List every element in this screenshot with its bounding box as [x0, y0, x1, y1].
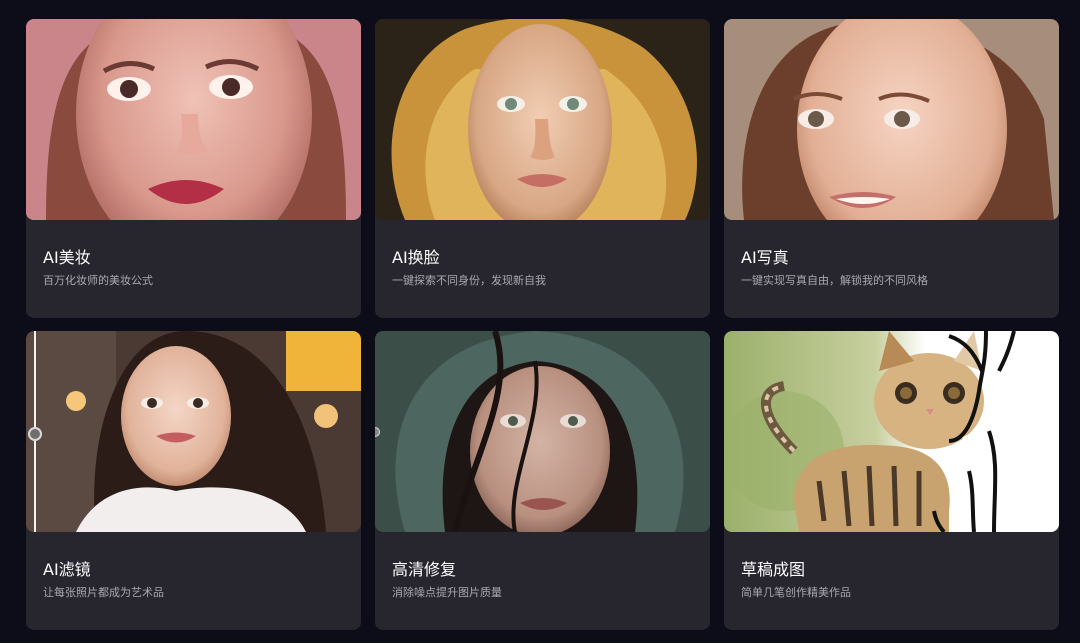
feature-card-hd-restore[interactable]: 高清修复 消除噪点提升图片质量: [375, 331, 710, 630]
card-description: 百万化妆师的美妆公式: [43, 274, 153, 287]
sketch-to-image-thumbnail: [724, 331, 1059, 532]
compare-slider-handle[interactable]: [28, 427, 42, 441]
ai-filter-thumbnail: [26, 331, 361, 532]
feature-card-ai-filter[interactable]: AI滤镜 让每张照片都成为艺术品: [26, 331, 361, 630]
card-title: AI美妆: [43, 248, 91, 267]
card-title: AI滤镜: [43, 560, 91, 579]
card-description: 消除噪点提升图片质量: [392, 586, 502, 599]
feature-grid: AI美妆 百万化妆师的美妆公式 AI换脸 一键探索不同身份，发现新自我 AI写真…: [26, 19, 1059, 630]
ai-makeup-thumbnail: [26, 19, 361, 220]
feature-card-ai-portrait[interactable]: AI写真 一键实现写真自由，解锁我的不同风格: [724, 19, 1059, 318]
ai-portrait-thumbnail: [724, 19, 1059, 220]
card-description: 一键探索不同身份，发现新自我: [392, 274, 546, 287]
card-description: 简单几笔创作精美作品: [741, 586, 851, 599]
card-title: 草稿成图: [741, 560, 806, 579]
feature-card-sketch-to-image[interactable]: 草稿成图 简单几笔创作精美作品: [724, 331, 1059, 630]
card-title: AI换脸: [392, 248, 440, 267]
hd-restore-thumbnail: [375, 331, 710, 532]
feature-card-ai-face-swap[interactable]: AI换脸 一键探索不同身份，发现新自我: [375, 19, 710, 318]
card-description: 一键实现写真自由，解锁我的不同风格: [741, 274, 928, 287]
card-description: 让每张照片都成为艺术品: [43, 586, 164, 599]
feature-card-ai-makeup[interactable]: AI美妆 百万化妆师的美妆公式: [26, 19, 361, 318]
card-title: 高清修复: [392, 560, 457, 579]
ai-face-swap-thumbnail: [375, 19, 710, 220]
card-title: AI写真: [741, 248, 789, 267]
